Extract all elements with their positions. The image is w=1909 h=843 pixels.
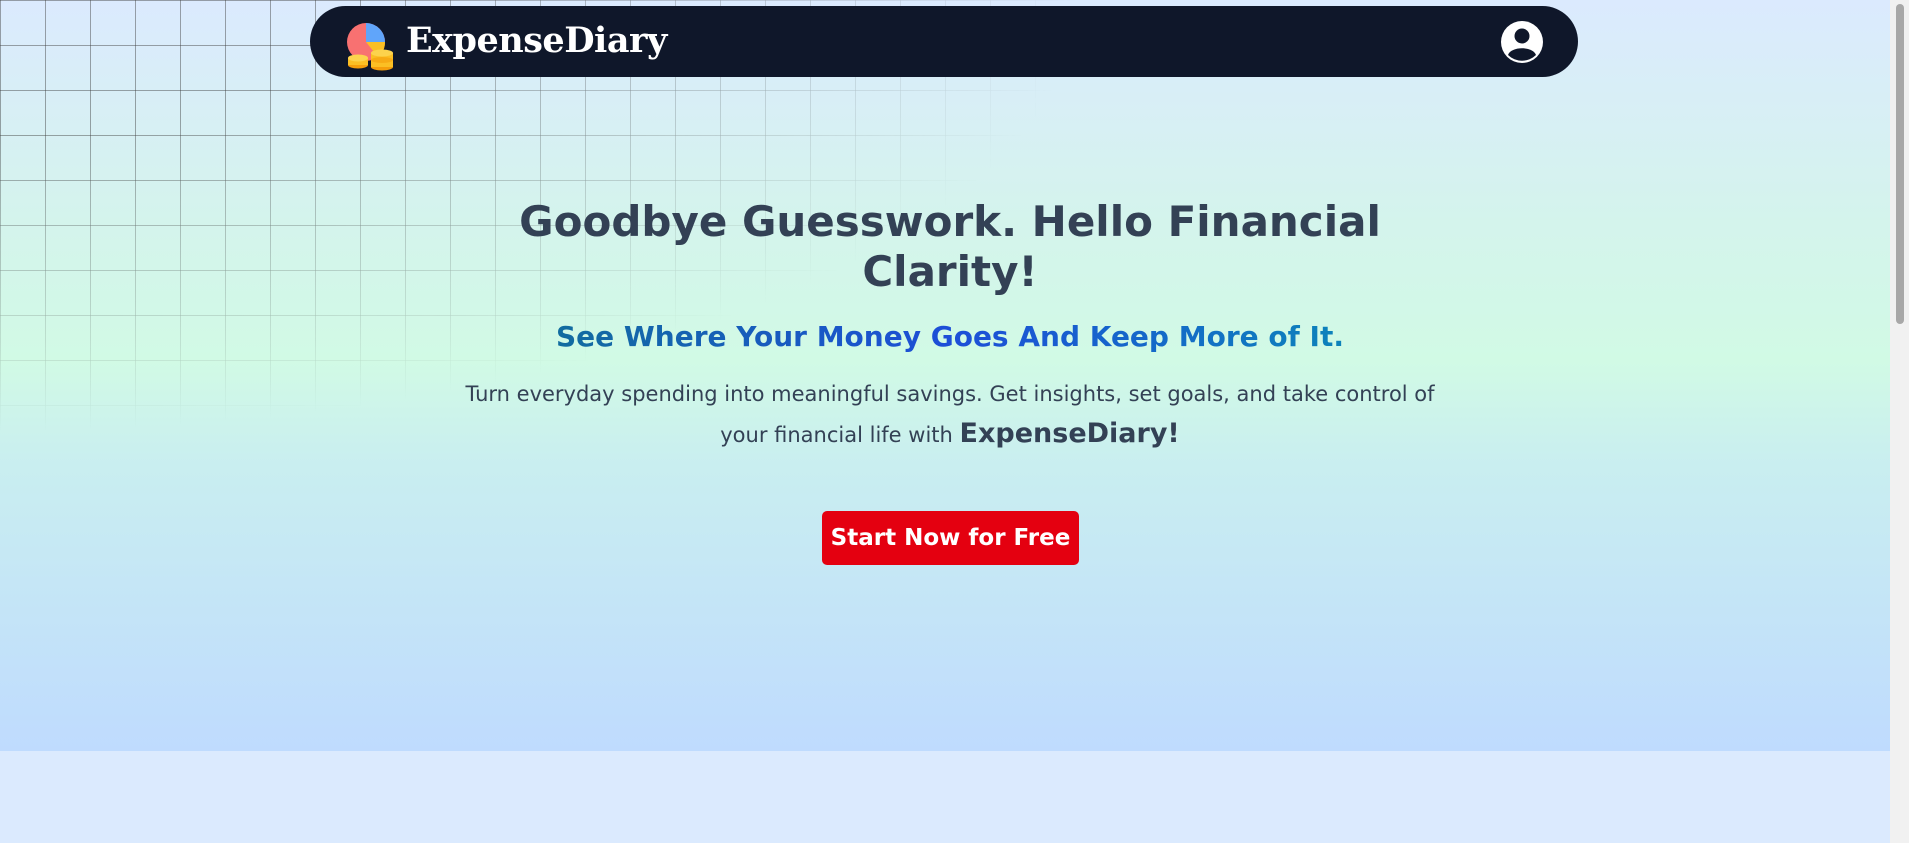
pie-chart-coins-icon[interactable] <box>344 20 396 72</box>
hero-description-brand: ExpenseDiary! <box>959 418 1180 449</box>
hero-subheadline: See Where Your Money Goes And Keep More … <box>450 319 1450 355</box>
top-navbar: ExpenseDiary <box>310 6 1578 77</box>
scrollbar-thumb[interactable] <box>1896 4 1904 324</box>
start-now-button[interactable]: Start Now for Free <box>822 511 1079 565</box>
hero-headline: Goodbye Guesswork. Hello Financial Clari… <box>519 197 1381 296</box>
brand-name[interactable]: ExpenseDiary <box>406 20 667 61</box>
hero-description-text: Turn everyday spending into meaningful s… <box>465 382 1435 447</box>
hero-section: Goodbye Guesswork. Hello Financial Clari… <box>0 0 1890 751</box>
user-circle-icon[interactable] <box>1500 20 1544 64</box>
vertical-scrollbar[interactable] <box>1890 0 1909 843</box>
hero-description: Turn everyday spending into meaningful s… <box>450 374 1450 455</box>
lower-section <box>0 751 1890 843</box>
